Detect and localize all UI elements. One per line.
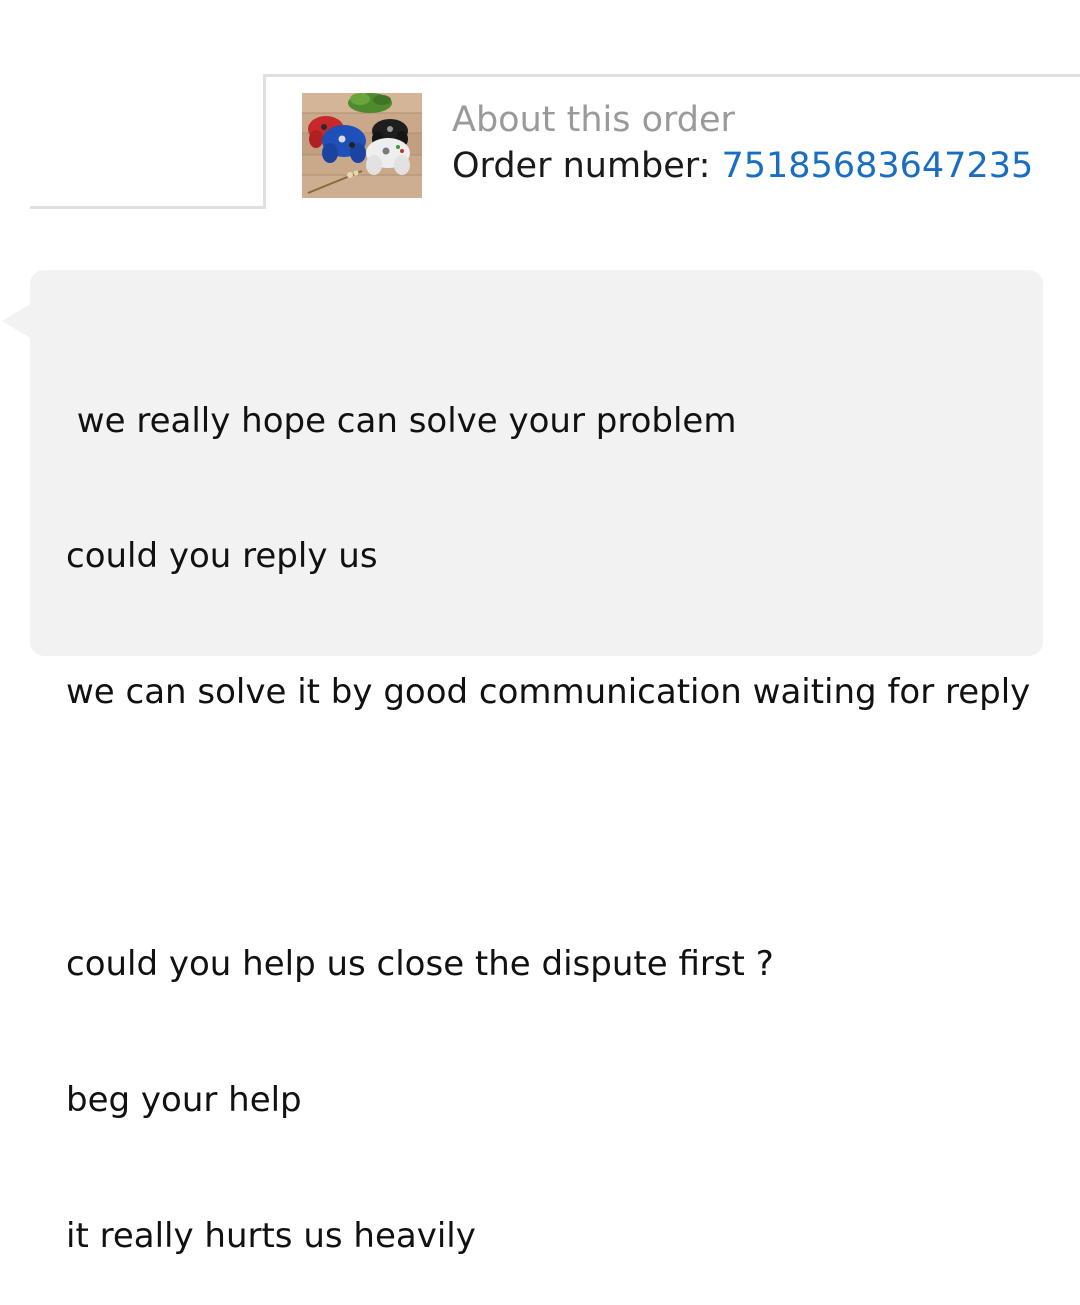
message-line: we really hope can solve your problem	[66, 400, 737, 441]
message-bubble-tail	[2, 303, 32, 339]
order-section-title: About this order	[452, 100, 735, 140]
message-line: it really hurts us heavily	[66, 1215, 476, 1256]
message-line: could you reply us	[66, 536, 378, 577]
game-controllers-icon	[302, 93, 422, 198]
order-number-row: Order number: 75185683647235	[452, 146, 1033, 186]
message-line: we can solve it by good communication wa…	[66, 672, 1031, 713]
order-number-link[interactable]: 75185683647235	[722, 146, 1034, 186]
order-number-label: Order number:	[452, 146, 722, 186]
product-thumbnail[interactable]	[302, 93, 422, 198]
order-card-divider	[30, 206, 266, 209]
message-line: beg your help	[66, 1080, 302, 1121]
message-text: we really hope can solve your problem co…	[66, 308, 1030, 1305]
message-line: could you help us close the dispute firs…	[66, 944, 774, 985]
